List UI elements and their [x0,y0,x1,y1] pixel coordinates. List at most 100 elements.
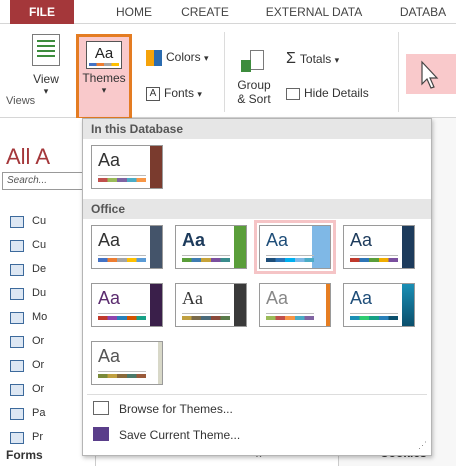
theme-thumb-line [98,313,146,314]
save-icon [93,427,109,441]
nav-item[interactable]: Pa [32,407,45,419]
theme-accent-bar [402,226,414,268]
nav-item[interactable]: Or [32,359,44,371]
nav-pane-title[interactable]: All A [6,144,50,170]
theme-swatch [98,374,146,378]
fonts-label: Fonts [164,86,195,100]
chevron-down-icon: ▾ [197,89,202,99]
tab-database[interactable]: DATABA [390,0,456,24]
theme-thumb-line [182,255,230,256]
sort-label: & Sort [237,92,271,106]
nav-item[interactable]: Or [32,335,44,347]
resize-grip-icon[interactable]: ⋰ [418,440,427,451]
theme-swatch [266,258,314,262]
theme-thumb-text: Aa [182,230,206,250]
theme-thumb-line [182,313,230,314]
theme-thumb-text: Aa [98,150,121,170]
tab-create[interactable]: CREATE [170,0,240,24]
fonts-icon: A [146,86,160,101]
themes-icon-text: Aa [94,45,114,62]
theme-thumb-text: Aa [266,288,289,308]
ribbon [0,24,456,118]
section-header-office: Office [83,199,431,219]
chevron-down-icon: ▾ [101,85,107,95]
nav-search-input[interactable]: Search... [2,172,94,190]
hide-details-icon [286,87,300,100]
select-button[interactable] [406,54,456,94]
theme-swatch [98,258,146,262]
table-icon [10,384,24,396]
table-icon [10,264,24,276]
save-current-theme-item[interactable]: Save Current Theme... [119,428,240,442]
theme-accent-bar [150,284,162,326]
theme-thumb-office-3[interactable]: Aa [254,220,336,274]
hide-details-label: Hide Details [304,86,369,100]
forms-section-header[interactable]: Forms [6,448,43,462]
sigma-icon: Σ [286,50,296,67]
hide-details-button[interactable]: Hide Details [286,86,369,100]
nav-item[interactable]: Mo [32,311,47,323]
theme-thumb-office-2[interactable]: Aa [175,225,247,269]
theme-accent-bar [234,226,246,268]
nav-item[interactable]: Pr [32,431,43,443]
menu-separator [87,394,427,395]
theme-accent-bar [402,284,414,326]
theme-swatch [182,316,230,320]
theme-thumb-text: Aa [350,288,373,308]
totals-button[interactable]: Σ Totals ▾ [286,50,339,68]
group-sort-button[interactable]: Group & Sort [232,50,276,106]
ribbon-separator [224,32,225,112]
table-icon [10,408,24,420]
themes-label: Themes [82,71,126,85]
pointer-icon [421,60,439,89]
view-label: View [33,72,59,86]
theme-thumb-office-5[interactable]: Aa [91,283,163,327]
tab-home[interactable]: HOME [104,0,164,24]
theme-accent-bar [150,226,162,268]
theme-swatch [98,316,146,320]
theme-thumb-text: Aa [350,230,373,250]
theme-swatch [98,178,146,182]
views-group-label: Views [6,95,36,107]
theme-thumb-line [98,175,146,176]
fonts-button[interactable]: A Fonts ▾ [146,86,202,101]
table-icon [10,288,24,300]
ribbon-separator [398,32,399,112]
table-icon [10,240,24,252]
theme-thumb-office-1[interactable]: Aa [91,225,163,269]
totals-label: Totals [299,52,332,66]
theme-thumb-text: Aa [266,230,289,250]
theme-thumb-office-9[interactable]: Aa [91,341,163,385]
nav-item[interactable]: Cu [32,215,46,227]
theme-thumb-office-7[interactable]: Aa [259,283,331,327]
themes-button[interactable]: Aa Themes ▾ [76,34,132,120]
theme-thumb-current[interactable]: Aa [91,145,163,189]
tab-file[interactable]: FILE [10,0,74,24]
theme-thumb-office-6[interactable]: Aa [175,283,247,327]
sort-icon [241,50,267,76]
theme-thumb-office-4[interactable]: Aa [343,225,415,269]
nav-item[interactable]: De [32,263,46,275]
datasheet-view-icon [32,34,60,66]
theme-swatch [350,316,398,320]
theme-accent-bar [158,342,162,384]
table-icon [10,360,24,372]
theme-accent-bar [326,284,330,326]
theme-thumb-office-8[interactable]: Aa [343,283,415,327]
themes-gallery: In this Database Aa Office Aa Aa Aa Aa A… [82,118,432,456]
nav-item[interactable]: Cu [32,239,46,251]
tab-external-data[interactable]: EXTERNAL DATA [252,0,376,24]
nav-item[interactable]: Or [32,383,44,395]
section-header-this-database: In this Database [83,119,431,139]
colors-button[interactable]: Colors ▾ [146,50,209,66]
theme-accent-bar [234,284,246,326]
table-icon [10,336,24,348]
view-button[interactable]: View ▾ [24,34,68,97]
browse-for-themes-item[interactable]: Browse for Themes... [119,402,233,416]
group-label: Group [237,78,271,92]
theme-thumb-text: Aa [98,288,121,308]
colors-icon [146,50,162,66]
theme-thumb-text: Aa [182,288,203,308]
theme-thumb-line [266,313,314,314]
nav-item[interactable]: Du [32,287,46,299]
